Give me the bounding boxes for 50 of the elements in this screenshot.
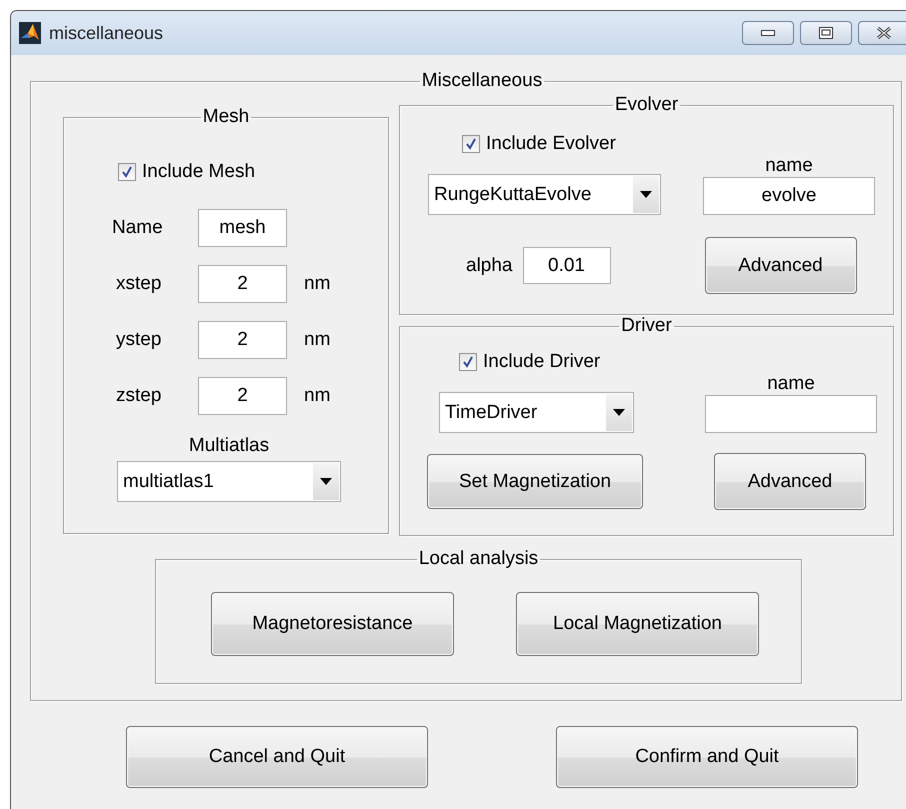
checkbox-label[interactable]: Include Driver <box>483 351 600 373</box>
dropdown[interactable]: TimeDriver <box>439 392 634 433</box>
unit-label: nm <box>304 273 330 295</box>
advanced-button[interactable]: Advanced <box>714 453 866 510</box>
close-icon <box>876 27 892 39</box>
dropdown-arrow-icon <box>613 409 625 416</box>
checkbox[interactable] <box>118 163 136 181</box>
analysis-button[interactable]: Local Magnetization <box>516 592 759 656</box>
minimize-button[interactable] <box>742 21 794 45</box>
group-title: Driver <box>620 315 673 337</box>
input-field[interactable]: evolve <box>703 177 875 215</box>
minimize-icon <box>761 30 775 36</box>
group-title: Evolver <box>614 94 680 116</box>
group-title: Miscellaneous <box>420 70 544 92</box>
dialog-button[interactable]: Confirm and Quit <box>556 726 858 788</box>
field-label: alpha <box>466 254 512 276</box>
unit-label: nm <box>304 329 330 351</box>
advanced-button[interactable]: Advanced <box>704 237 856 294</box>
field-label: zstep <box>116 385 162 407</box>
group-title: Mesh <box>202 106 250 128</box>
field-label: xstep <box>116 273 162 295</box>
input-field[interactable]: 2 <box>198 377 287 415</box>
input-field[interactable]: 2 <box>198 265 287 303</box>
set-magnetization-button[interactable]: Set Magnetization <box>427 454 643 509</box>
analysis-button[interactable]: Magnetoresistance <box>211 592 454 656</box>
checkbox-label[interactable]: Include Evolver <box>486 133 616 155</box>
unit-label: nm <box>304 385 330 407</box>
checkbox[interactable] <box>459 353 477 371</box>
input-field[interactable] <box>705 395 877 433</box>
input-field[interactable]: 0.01 <box>522 247 610 284</box>
dropdown-arrow-icon <box>320 478 332 485</box>
field-label: name <box>767 373 815 395</box>
input-field[interactable]: 2 <box>198 321 287 359</box>
group-title: Local analysis <box>418 548 540 570</box>
dropdown-arrow-icon <box>640 191 652 198</box>
checkbox-label[interactable]: Include Mesh <box>142 161 256 183</box>
field-label: name <box>765 155 813 177</box>
dropdown[interactable]: multiatlas1 <box>117 461 341 502</box>
dialog-button[interactable]: Cancel and Quit <box>126 726 428 788</box>
checkbox[interactable] <box>462 135 480 153</box>
app-icon <box>19 22 41 44</box>
maximize-button[interactable] <box>800 21 852 45</box>
window-title: miscellaneous <box>49 22 164 44</box>
maximize-icon <box>819 27 833 39</box>
input-field[interactable]: mesh <box>198 209 287 247</box>
field-label: ystep <box>116 329 162 351</box>
field-label: Name <box>112 217 164 239</box>
close-button[interactable] <box>858 21 906 45</box>
field-label: Multiatlas <box>188 435 270 457</box>
dropdown[interactable]: RungeKuttaEvolve <box>428 174 661 215</box>
